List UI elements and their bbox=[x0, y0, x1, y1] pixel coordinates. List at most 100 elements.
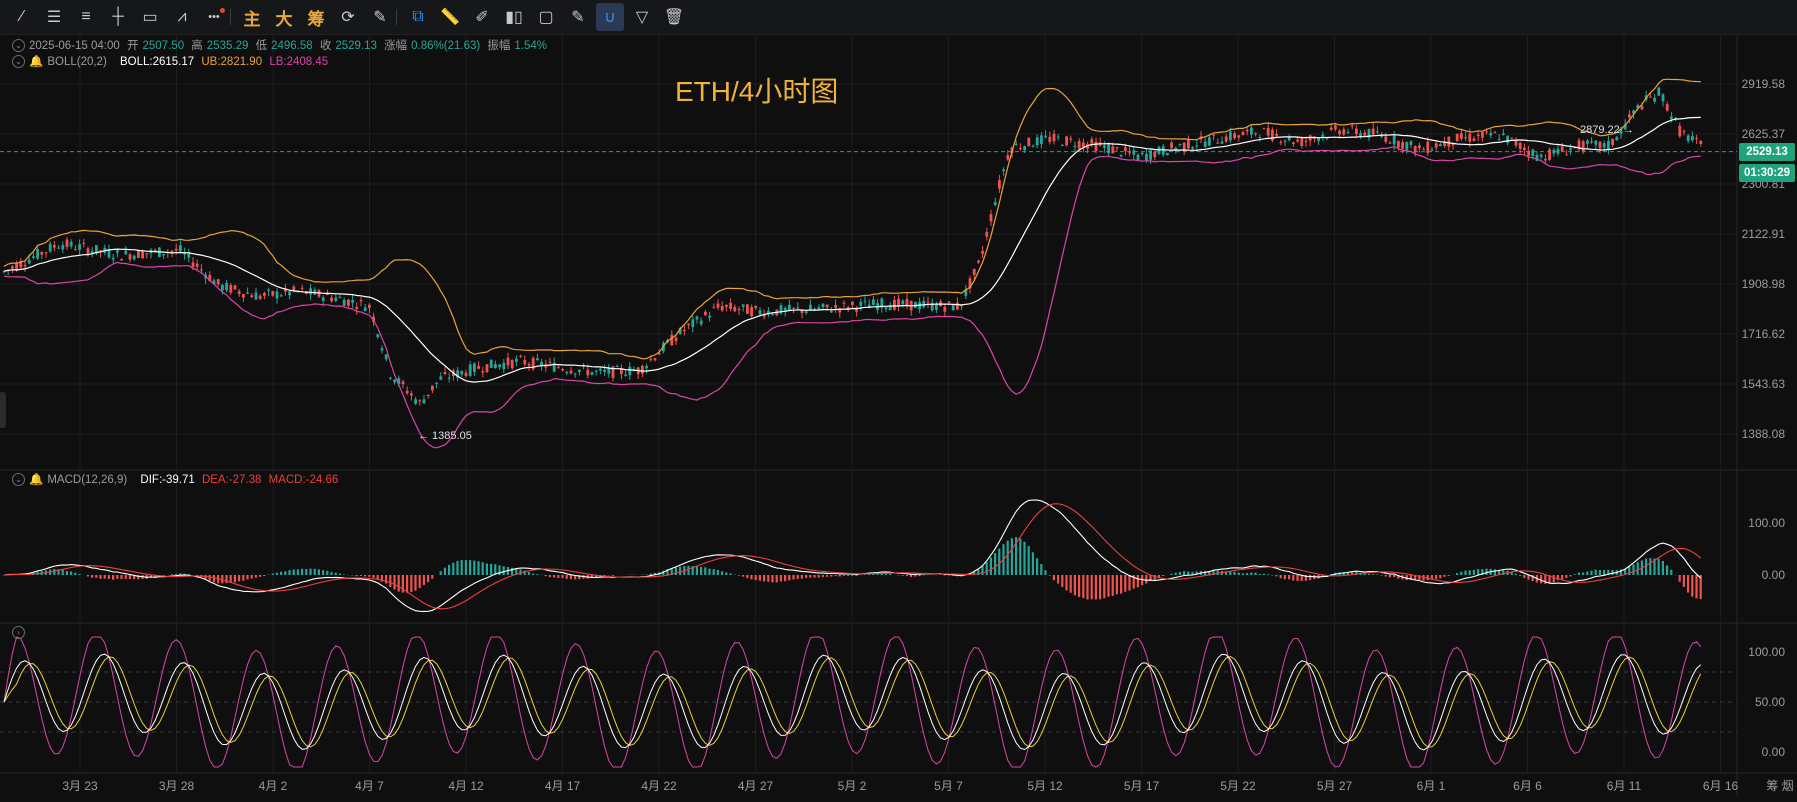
candle-body bbox=[116, 250, 119, 252]
macd-axis-label: 100.00 bbox=[1748, 516, 1785, 530]
copy-icon[interactable]: ⧉ bbox=[404, 3, 432, 31]
open-label: 开 bbox=[127, 40, 139, 52]
candle-body bbox=[339, 297, 342, 298]
candle-body bbox=[889, 306, 892, 310]
bell-icon[interactable]: 🔔 bbox=[29, 474, 43, 486]
collapse-icon[interactable]: ⌄ bbox=[12, 473, 25, 486]
candle-body bbox=[473, 364, 476, 372]
macd-bar bbox=[1376, 574, 1378, 575]
macd-bar bbox=[1116, 575, 1118, 594]
macd-bar bbox=[561, 575, 563, 578]
x-tick-label: 5月 12 bbox=[1027, 779, 1063, 793]
mode-button-1[interactable]: 大 bbox=[270, 3, 298, 31]
cross-line-icon[interactable]: ┼ bbox=[104, 3, 132, 31]
macd-bar bbox=[986, 562, 988, 575]
macd-bar bbox=[1662, 561, 1664, 575]
mode-button-0[interactable]: 主 bbox=[238, 3, 266, 31]
price-axis-label: 1543.63 bbox=[1742, 377, 1786, 391]
candle-body bbox=[700, 321, 703, 325]
macd-bar bbox=[1246, 573, 1248, 575]
macd-bar bbox=[108, 575, 110, 579]
macd-bar bbox=[1078, 575, 1080, 597]
expand-icon[interactable]: › bbox=[12, 626, 25, 639]
macd-bar bbox=[431, 575, 433, 579]
macd-bar bbox=[406, 575, 408, 593]
candle-body bbox=[502, 363, 505, 369]
candle-body bbox=[507, 358, 510, 366]
macd-bar bbox=[1553, 575, 1555, 582]
parallel-lines-icon[interactable]: ☰ bbox=[40, 3, 68, 31]
macd-bar bbox=[427, 575, 429, 582]
more-icon[interactable]: ••• bbox=[200, 3, 228, 31]
macd-bar bbox=[1145, 575, 1147, 584]
macd-bar bbox=[1637, 562, 1639, 575]
collapse-icon[interactable]: ⌄ bbox=[12, 39, 25, 52]
candle-body bbox=[217, 279, 220, 284]
macd-bar bbox=[1028, 546, 1030, 575]
collapse-icon[interactable]: ⌄ bbox=[12, 55, 25, 68]
candle-body bbox=[40, 252, 43, 255]
chart-area[interactable]: 3月 233月 284月 24月 74月 124月 174月 224月 275月… bbox=[0, 35, 1797, 797]
candle-icon[interactable]: ▮▯ bbox=[500, 3, 528, 31]
macd-bar bbox=[1023, 542, 1025, 575]
macd-bar bbox=[1380, 575, 1382, 576]
candle-body bbox=[263, 293, 266, 296]
bell-icon[interactable]: 🔔 bbox=[29, 56, 43, 68]
side-panel-handle[interactable] bbox=[0, 392, 6, 428]
macd-bar bbox=[1263, 574, 1265, 575]
candle-body bbox=[864, 301, 867, 302]
rectangle-icon[interactable]: ▭ bbox=[136, 3, 164, 31]
candle-body bbox=[1363, 133, 1366, 136]
candle-body bbox=[1506, 136, 1509, 143]
candle-body bbox=[792, 308, 795, 309]
candle-body bbox=[922, 301, 925, 307]
candle-body bbox=[985, 232, 988, 237]
candle-body bbox=[1431, 150, 1434, 151]
macd-bar bbox=[1565, 575, 1567, 578]
macd-value: MACD:-24.66 bbox=[269, 474, 339, 486]
candle-body bbox=[708, 316, 711, 318]
candle-body bbox=[477, 366, 480, 369]
candle-body bbox=[234, 285, 237, 289]
candle-body bbox=[927, 302, 930, 303]
candle-body bbox=[61, 245, 64, 249]
trash-icon[interactable]: 🗑 bbox=[660, 3, 688, 31]
macd-bar bbox=[1275, 575, 1277, 576]
candle-body bbox=[137, 250, 140, 258]
macd-bar bbox=[1019, 538, 1021, 575]
brush-icon[interactable]: ✐ bbox=[468, 3, 496, 31]
candle-body bbox=[11, 267, 14, 269]
candle-body bbox=[1116, 147, 1119, 148]
macd-bar bbox=[918, 575, 920, 576]
macd-bar bbox=[104, 575, 106, 579]
macd-bar bbox=[1443, 575, 1445, 577]
macd-bar bbox=[1700, 575, 1702, 599]
macd-bar bbox=[1494, 569, 1496, 575]
horizontal-lines-icon[interactable]: ≡ bbox=[72, 3, 100, 31]
low-label: 低 bbox=[256, 40, 268, 52]
filter-icon[interactable]: ▽ bbox=[628, 3, 656, 31]
macd-name: MACD(12,26,9) bbox=[47, 474, 127, 486]
trend-line-icon[interactable]: ⁄ bbox=[8, 3, 36, 31]
candle-body bbox=[973, 269, 976, 275]
chart-canvas[interactable]: 3月 233月 284月 24月 74月 124月 174月 224月 275月… bbox=[0, 35, 1797, 797]
candle-body bbox=[229, 285, 232, 293]
pen-icon[interactable]: ✎ bbox=[366, 3, 394, 31]
candle-body bbox=[91, 251, 94, 253]
macd-bar bbox=[532, 574, 534, 575]
edit-icon[interactable]: ✎ bbox=[564, 3, 592, 31]
mode-button-2[interactable]: 筹 bbox=[302, 3, 330, 31]
ruler-icon[interactable]: 📏 bbox=[436, 3, 464, 31]
magnet-icon[interactable]: ∪ bbox=[596, 3, 624, 31]
candle-body bbox=[330, 298, 333, 302]
price-axis-label: 2625.37 bbox=[1742, 127, 1786, 141]
cycle-icon[interactable]: ⟳ bbox=[334, 3, 362, 31]
candle-body bbox=[1208, 137, 1211, 145]
candle-body bbox=[574, 373, 577, 374]
macd-bar bbox=[1137, 575, 1139, 587]
pattern-icon[interactable]: ⩘ bbox=[168, 3, 196, 31]
amp-value: 1.54% bbox=[514, 40, 547, 52]
clipboard-icon[interactable]: ▢ bbox=[532, 3, 560, 31]
candle-body bbox=[956, 303, 959, 310]
price-axis-label: 1716.62 bbox=[1742, 327, 1786, 341]
